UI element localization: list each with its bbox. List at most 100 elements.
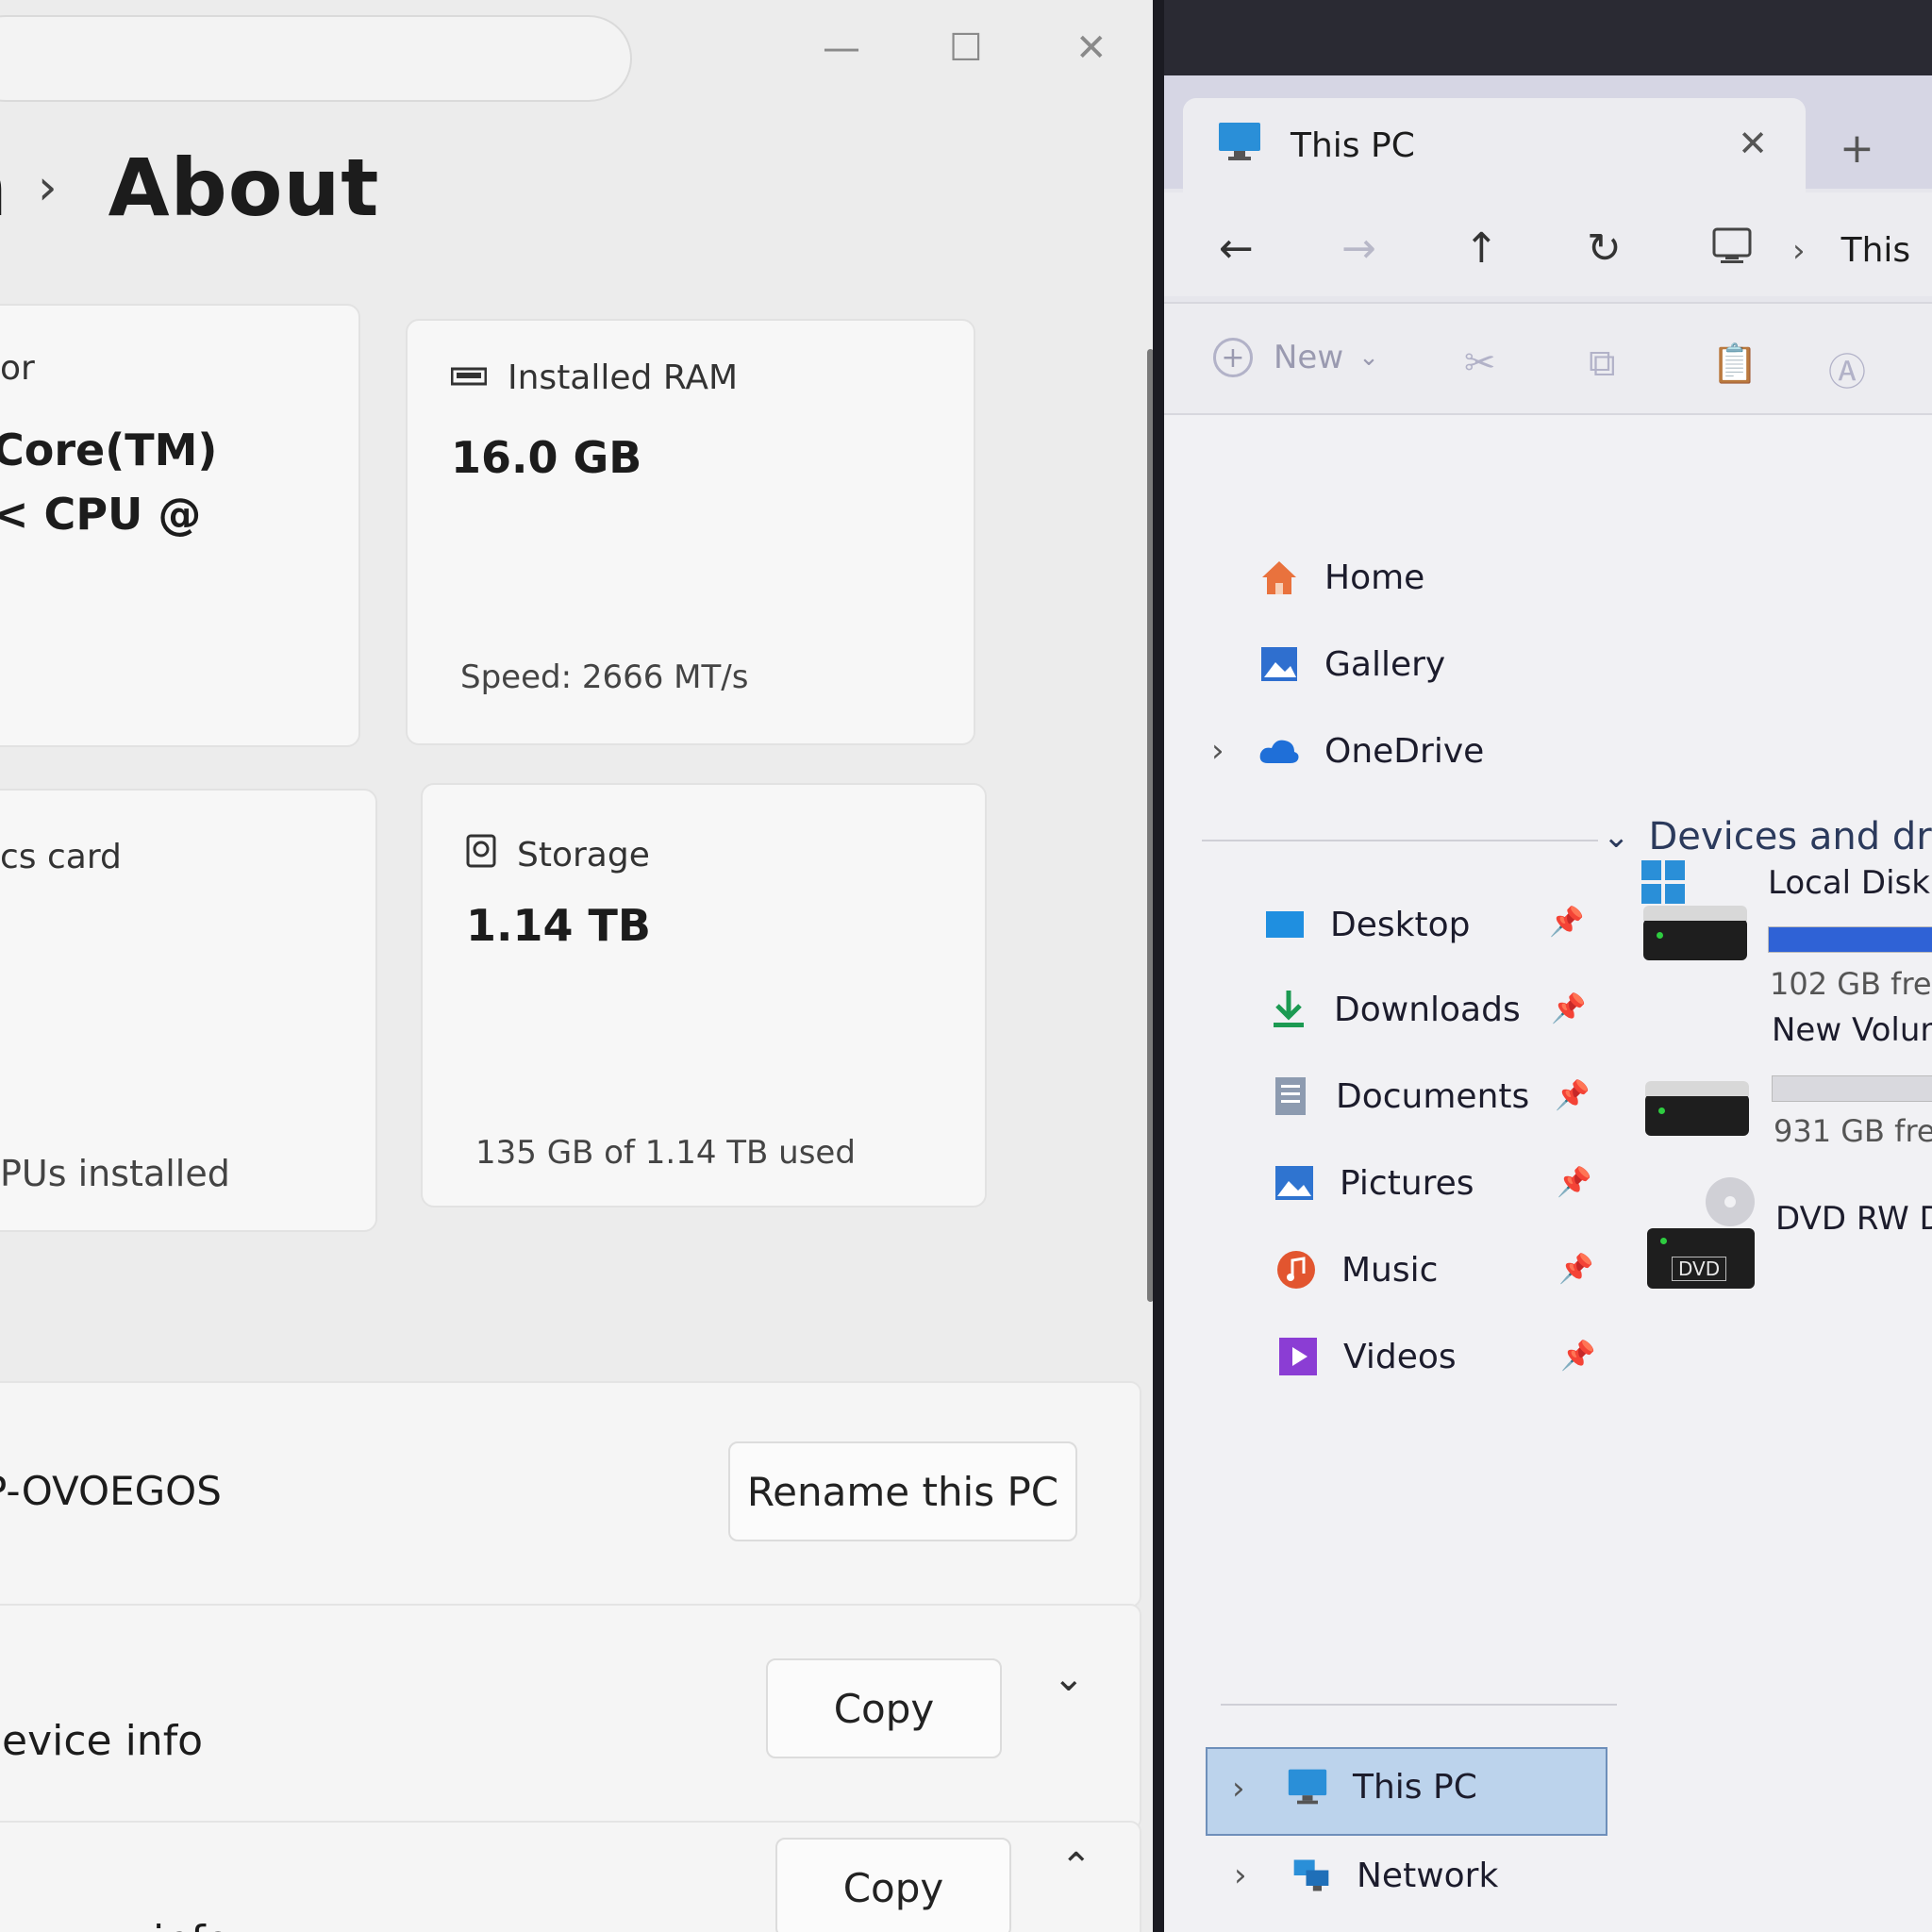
- chevron-up-icon[interactable]: ⌃: [1060, 1845, 1092, 1889]
- rename-pc-button[interactable]: Rename this PC: [728, 1441, 1077, 1541]
- storage-card: Storage 1.14 TB 135 GB of 1.14 TB used: [421, 783, 987, 1208]
- nav-label-gallery: Gallery: [1324, 644, 1446, 684]
- pin-icon[interactable]: 📌: [1558, 1253, 1593, 1286]
- ram-speed: Speed: 2666 MT/s: [460, 658, 749, 696]
- forward-arrow-icon[interactable]: →: [1341, 225, 1376, 273]
- pin-icon[interactable]: 📌: [1551, 992, 1586, 1025]
- tab-bar: This PC ✕ +: [1164, 75, 1932, 192]
- nav-item-network[interactable]: Network: [1291, 1855, 1498, 1896]
- tab-close-icon[interactable]: ✕: [1738, 123, 1768, 164]
- nav-item-gallery[interactable]: Gallery: [1258, 643, 1445, 685]
- processor-card: or Core(TM) < CPU @: [0, 304, 360, 747]
- up-arrow-icon[interactable]: ↑: [1464, 225, 1499, 273]
- close-button[interactable]: ✕: [1075, 26, 1108, 70]
- device-specifications-row[interactable]: evice info Copy ⌄: [0, 1604, 1141, 1830]
- address-location: This: [1840, 231, 1911, 270]
- copy-device-specifications-button[interactable]: Copy: [766, 1658, 1002, 1758]
- breadcrumb: n › About: [0, 142, 379, 234]
- refresh-icon[interactable]: ↻: [1587, 225, 1622, 273]
- cloud-icon: [1258, 730, 1300, 772]
- back-arrow-icon[interactable]: ←: [1219, 225, 1254, 273]
- onedrive-expand-chevron-icon[interactable]: ›: [1211, 732, 1224, 770]
- tab-title: This PC: [1291, 125, 1415, 165]
- nav-item-documents[interactable]: Documents: [1270, 1075, 1529, 1117]
- nav-label-desktop: Desktop: [1330, 905, 1471, 944]
- drive-usage-bar: [1772, 1075, 1932, 1102]
- command-bar: + New ⌄ ✂ ⧉ 📋 Ⓐ: [1164, 302, 1932, 415]
- hard-drive-icon[interactable]: [1645, 1081, 1749, 1136]
- maximize-button[interactable]: ☐: [949, 26, 983, 70]
- navigation-bar: ← → ↑ ↻ › This: [1164, 192, 1932, 296]
- settings-search-box[interactable]: [0, 15, 632, 102]
- drive-name[interactable]: New Volume: [1772, 1011, 1932, 1049]
- network-icon: [1291, 1855, 1332, 1896]
- tab-this-pc[interactable]: This PC ✕: [1183, 98, 1806, 192]
- this-pc-expand-chevron-icon[interactable]: ›: [1232, 1770, 1245, 1807]
- storage-drive-icon: [466, 834, 496, 876]
- graphics-card: cs card PUs installed: [0, 789, 377, 1232]
- home-icon: [1258, 557, 1300, 598]
- local-disk-c-icon[interactable]: [1640, 858, 1753, 962]
- pictures-icon: [1274, 1162, 1315, 1204]
- network-expand-chevron-icon[interactable]: ›: [1234, 1857, 1247, 1894]
- file-explorer-window: This PC ✕ + ← → ↑ ↻ › This + New ⌄ ✂ ⧉ 📋…: [1164, 75, 1932, 1932]
- breadcrumb-chevron-icon: ›: [37, 159, 58, 216]
- music-icon: [1275, 1249, 1317, 1291]
- download-arrow-icon: [1268, 989, 1309, 1030]
- cut-icon[interactable]: ✂: [1464, 341, 1496, 385]
- address-computer-icon: [1711, 226, 1753, 275]
- windows-specifications-row[interactable]: info Copy ⌃: [0, 1821, 1141, 1932]
- copy-windows-specifications-button[interactable]: Copy: [775, 1838, 1011, 1932]
- processor-name-line1: Core(TM): [0, 425, 218, 475]
- settings-window: — ☐ ✕ n › About or Core(TM) < CPU @ Inst…: [0, 0, 1160, 1932]
- pin-icon[interactable]: 📌: [1560, 1340, 1595, 1373]
- new-dropdown-chevron-icon: ⌄: [1358, 343, 1379, 372]
- plus-icon: +: [1213, 338, 1253, 377]
- storage-value: 1.14 TB: [466, 900, 651, 951]
- nav-item-onedrive[interactable]: OneDrive: [1258, 730, 1484, 772]
- pin-icon[interactable]: 📌: [1555, 1079, 1590, 1112]
- ram-caption-text: Installed RAM: [508, 358, 739, 397]
- copy-icon[interactable]: ⧉: [1589, 341, 1616, 385]
- pin-icon[interactable]: 📌: [1557, 1166, 1591, 1199]
- nav-item-desktop[interactable]: Desktop: [1264, 904, 1470, 945]
- computer-icon: [1287, 1766, 1328, 1807]
- nav-label-music: Music: [1341, 1250, 1439, 1290]
- nav-label-this-pc: This PC: [1353, 1767, 1477, 1807]
- ram-caption: Installed RAM: [450, 358, 739, 397]
- breadcrumb-parent[interactable]: n: [0, 142, 8, 234]
- nav-item-pictures[interactable]: Pictures: [1274, 1162, 1474, 1204]
- graphics-detail: PUs installed: [0, 1153, 230, 1194]
- new-label: New: [1274, 339, 1344, 376]
- pin-icon[interactable]: 📌: [1549, 906, 1584, 939]
- new-button[interactable]: + New ⌄: [1213, 338, 1379, 377]
- address-chevron-icon: ›: [1792, 231, 1806, 270]
- new-tab-button[interactable]: +: [1840, 125, 1874, 173]
- drive-usage-bar: [1768, 926, 1932, 953]
- nav-separator: [1221, 1704, 1617, 1706]
- dvd-drive-icon[interactable]: DVD: [1647, 1175, 1760, 1289]
- storage-caption-text: Storage: [517, 836, 650, 874]
- section-title: Devices and drive: [1648, 815, 1932, 858]
- nav-item-home[interactable]: Home: [1258, 557, 1424, 598]
- rename-icon[interactable]: Ⓐ: [1828, 341, 1866, 396]
- storage-caption: Storage: [466, 834, 650, 876]
- nav-label-onedrive: OneDrive: [1324, 731, 1485, 771]
- nav-item-videos[interactable]: Videos: [1277, 1336, 1457, 1377]
- paste-icon[interactable]: 📋: [1711, 341, 1758, 386]
- ram-value: 16.0 GB: [451, 432, 642, 483]
- nav-item-downloads[interactable]: Downloads: [1268, 989, 1521, 1030]
- drive-free-space: 102 GB free c: [1770, 966, 1932, 1002]
- nav-label-downloads: Downloads: [1334, 990, 1521, 1029]
- drive-name[interactable]: Local Disk (C: [1768, 864, 1932, 902]
- nav-item-music[interactable]: Music: [1275, 1249, 1438, 1291]
- devices-and-drives-header[interactable]: ⌄ Devices and drive: [1603, 815, 1932, 858]
- minimize-button[interactable]: —: [823, 26, 860, 70]
- address-bar[interactable]: › This: [1711, 226, 1910, 275]
- nav-label-pictures: Pictures: [1340, 1163, 1474, 1203]
- nav-item-this-pc[interactable]: This PC: [1287, 1766, 1477, 1807]
- videos-icon: [1277, 1336, 1319, 1377]
- drive-name[interactable]: DVD RW Dri: [1775, 1200, 1932, 1238]
- chevron-down-icon[interactable]: ⌄: [1053, 1657, 1085, 1700]
- desktop-icon: [1264, 904, 1306, 945]
